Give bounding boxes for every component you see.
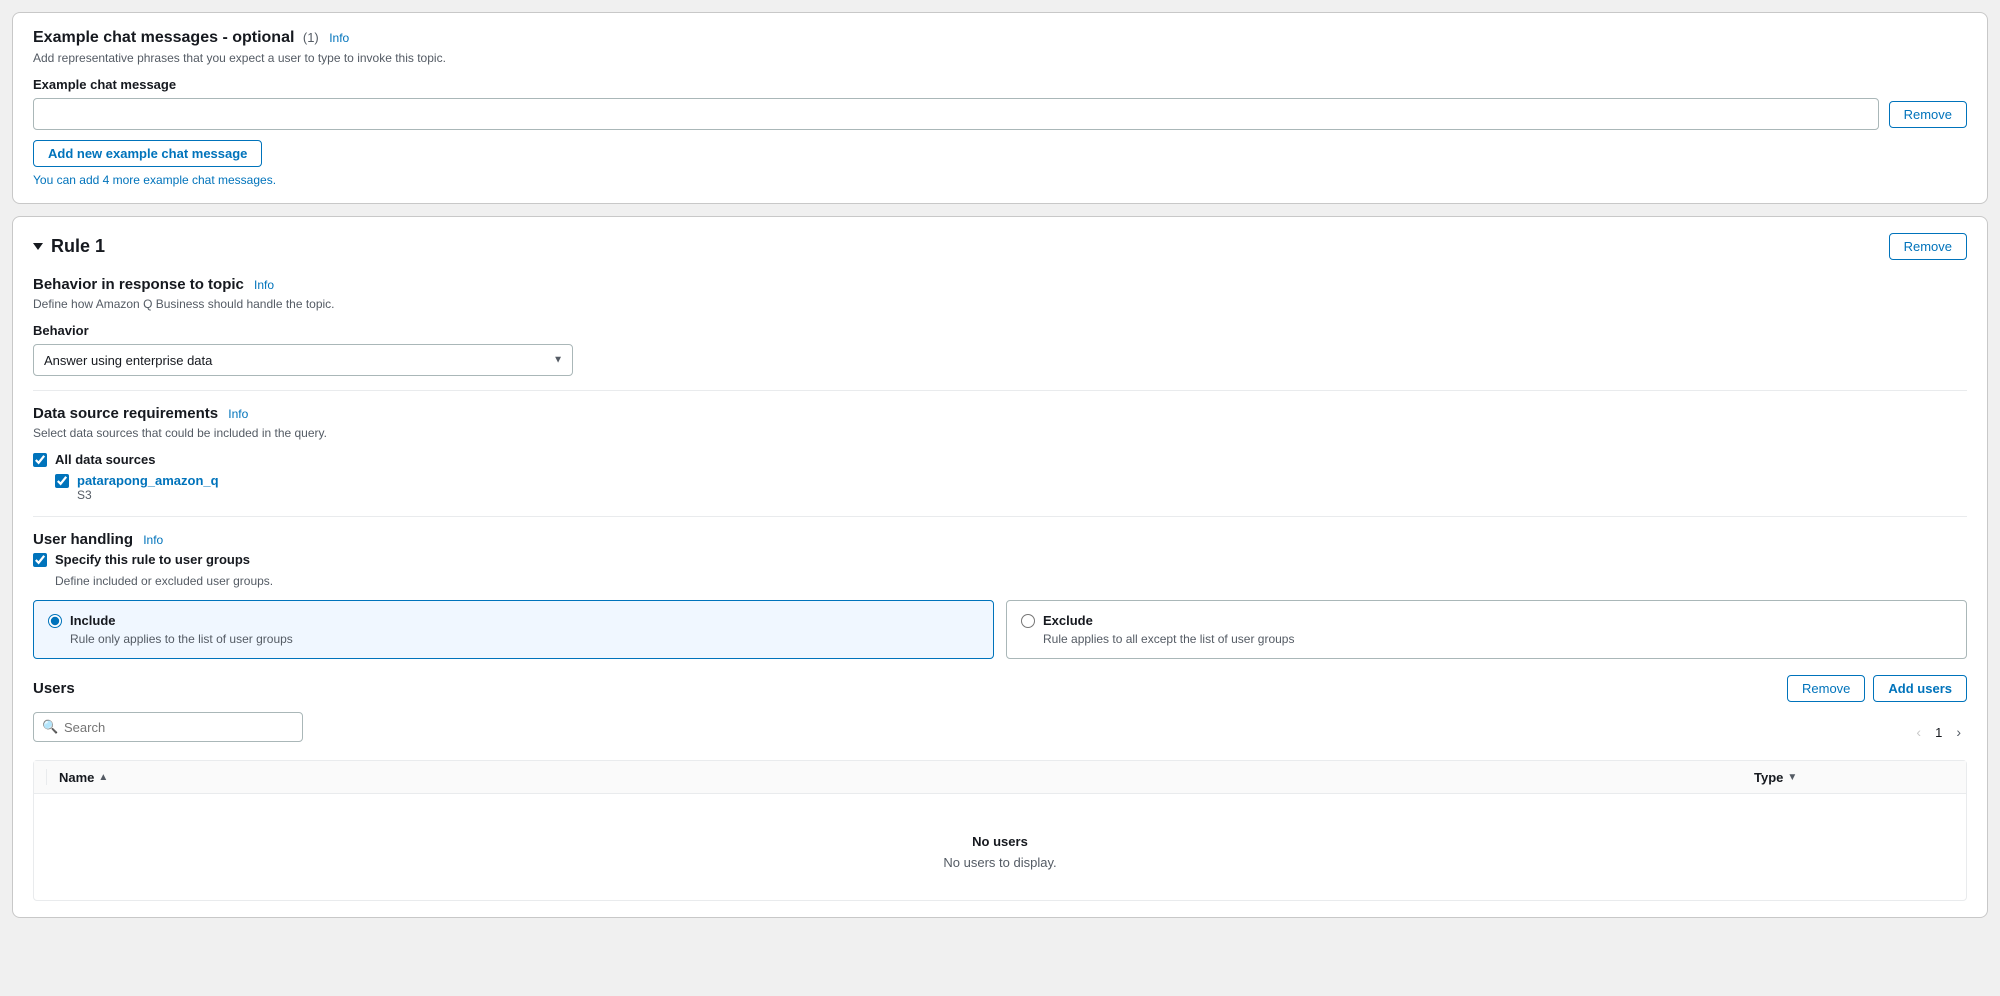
rule-header: Rule 1 Remove bbox=[33, 233, 1967, 260]
datasource-type: S3 bbox=[77, 488, 219, 502]
example-chat-input[interactable] bbox=[33, 98, 1879, 130]
type-column-label: Type bbox=[1754, 770, 1783, 785]
rule-chevron-icon[interactable] bbox=[33, 243, 43, 250]
pagination: ‹ 1 › bbox=[1910, 722, 1967, 742]
example-chat-subtitle: Add representative phrases that you expe… bbox=[33, 51, 1967, 65]
specify-user-groups-checkbox[interactable] bbox=[33, 553, 47, 567]
datasource-desc: Select data sources that could be includ… bbox=[33, 426, 1967, 440]
user-handling-title: User handling Info bbox=[33, 531, 1967, 548]
behavior-title: Behavior in response to topic Info bbox=[33, 276, 1967, 293]
specify-user-groups-desc: Define included or excluded user groups. bbox=[55, 574, 273, 588]
user-handling-title-text: User handling bbox=[33, 531, 133, 548]
users-search-input[interactable] bbox=[33, 712, 303, 742]
users-section: Users Remove Add users 🔍 ‹ 1 › Name bbox=[33, 675, 1967, 901]
remove-rule-button[interactable]: Remove bbox=[1889, 233, 1967, 260]
exclude-radio-card[interactable]: Exclude Rule applies to all except the l… bbox=[1006, 600, 1967, 659]
name-sort-icon: ▲ bbox=[98, 772, 108, 783]
table-header: Name ▲ Type ▼ bbox=[34, 761, 1966, 794]
exclude-desc: Rule applies to all except the list of u… bbox=[1043, 632, 1952, 646]
example-chat-hint: You can add 4 more example chat messages… bbox=[33, 173, 1967, 187]
datasource-info-block: patarapong_amazon_q S3 bbox=[77, 473, 219, 502]
exclude-radio[interactable] bbox=[1021, 614, 1035, 628]
exclude-radio-header: Exclude bbox=[1021, 613, 1952, 628]
users-actions: Remove Add users bbox=[1787, 675, 1967, 702]
example-chat-section: Example chat messages - optional (1) Inf… bbox=[12, 12, 1988, 204]
all-datasources-row: All data sources bbox=[33, 452, 1967, 467]
include-title: Include bbox=[70, 613, 116, 628]
name-column-label: Name bbox=[59, 770, 94, 785]
search-icon: 🔍 bbox=[42, 719, 58, 735]
type-sort-icon: ▼ bbox=[1787, 772, 1797, 783]
exclude-title: Exclude bbox=[1043, 613, 1093, 628]
rule-title-text: Rule 1 bbox=[51, 236, 105, 257]
user-handling-subsection: User handling Info Specify this rule to … bbox=[33, 531, 1967, 659]
behavior-info-link[interactable]: Info bbox=[254, 278, 274, 292]
example-chat-title: Example chat messages - optional bbox=[33, 29, 294, 46]
specific-datasource-row: patarapong_amazon_q S3 bbox=[55, 473, 1967, 502]
rule-title: Rule 1 bbox=[33, 236, 105, 257]
all-datasources-label: All data sources bbox=[55, 452, 155, 467]
name-column-header[interactable]: Name ▲ bbox=[59, 770, 1754, 785]
datasource-title: Data source requirements Info bbox=[33, 405, 1967, 422]
next-page-button[interactable]: › bbox=[1950, 722, 1967, 742]
prev-page-button[interactable]: ‹ bbox=[1910, 722, 1927, 742]
remove-example-button[interactable]: Remove bbox=[1889, 101, 1967, 128]
include-radio-header: Include bbox=[48, 613, 979, 628]
behavior-field-label: Behavior bbox=[33, 323, 1967, 338]
behavior-subsection: Behavior in response to topic Info Defin… bbox=[33, 276, 1967, 376]
rule-section: Rule 1 Remove Behavior in response to to… bbox=[12, 216, 1988, 918]
datasource-subsection: Data source requirements Info Select dat… bbox=[33, 405, 1967, 502]
datasource-title-text: Data source requirements bbox=[33, 405, 218, 422]
users-title: Users bbox=[33, 680, 75, 697]
specify-user-groups-label: Specify this rule to user groups bbox=[55, 552, 250, 567]
add-example-chat-button[interactable]: Add new example chat message bbox=[33, 140, 262, 167]
type-column-header[interactable]: Type ▼ bbox=[1754, 770, 1954, 785]
users-header: Users Remove Add users bbox=[33, 675, 1967, 702]
include-radio[interactable] bbox=[48, 614, 62, 628]
behavior-title-text: Behavior in response to topic bbox=[33, 276, 244, 293]
section-title: Example chat messages - optional (1) Inf… bbox=[33, 29, 1967, 47]
user-handling-info-link[interactable]: Info bbox=[143, 533, 163, 547]
add-users-button[interactable]: Add users bbox=[1873, 675, 1967, 702]
empty-title: No users bbox=[34, 834, 1966, 849]
example-chat-info-link[interactable]: Info bbox=[329, 31, 349, 45]
table-divider bbox=[46, 769, 47, 785]
datasource-name: patarapong_amazon_q bbox=[77, 473, 219, 488]
example-chat-field-label: Example chat message bbox=[33, 77, 1967, 92]
empty-state: No users No users to display. bbox=[34, 794, 1966, 900]
include-radio-card[interactable]: Include Rule only applies to the list of… bbox=[33, 600, 994, 659]
radio-options: Include Rule only applies to the list of… bbox=[33, 600, 1967, 659]
example-chat-badge: (1) bbox=[303, 30, 319, 45]
page-number: 1 bbox=[1935, 725, 1942, 740]
specific-datasource-checkbox[interactable] bbox=[55, 474, 69, 488]
behavior-select[interactable]: Answer using enterprise data bbox=[33, 344, 573, 376]
users-search-wrapper: 🔍 bbox=[33, 712, 303, 742]
specify-user-groups-row: Specify this rule to user groups bbox=[33, 552, 1967, 567]
all-datasources-checkbox[interactable] bbox=[33, 453, 47, 467]
behavior-desc: Define how Amazon Q Business should hand… bbox=[33, 297, 1967, 311]
remove-users-button[interactable]: Remove bbox=[1787, 675, 1865, 702]
empty-desc: No users to display. bbox=[34, 855, 1966, 870]
behavior-select-wrapper: Answer using enterprise data ▼ bbox=[33, 344, 573, 376]
example-chat-input-row: Remove bbox=[33, 98, 1967, 130]
include-desc: Rule only applies to the list of user gr… bbox=[70, 632, 979, 646]
datasource-info-link[interactable]: Info bbox=[228, 407, 248, 421]
users-table: Name ▲ Type ▼ No users No users to displ… bbox=[33, 760, 1967, 901]
